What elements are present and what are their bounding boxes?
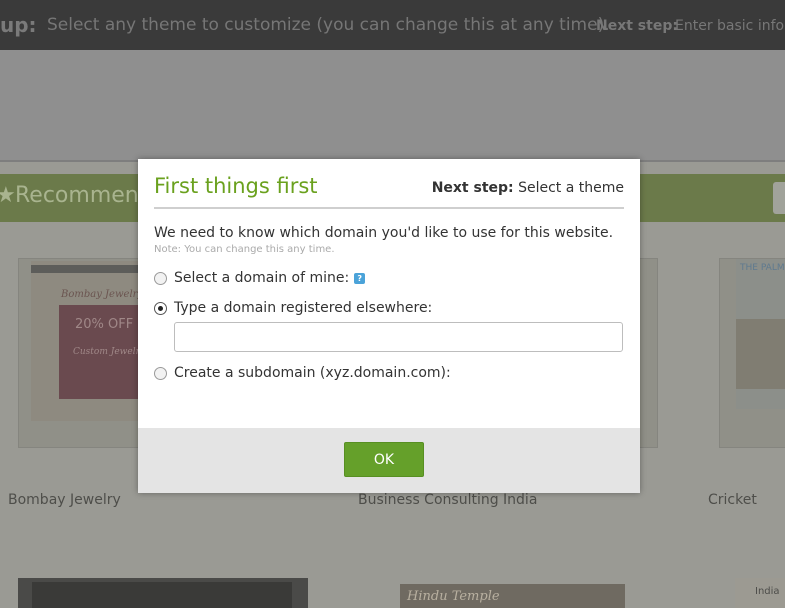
star-icon: ★ [0,183,16,208]
theme-name-business-consulting[interactable]: Business Consulting India [358,492,537,508]
step-description: Select any theme to customize (you can c… [47,15,610,35]
domain-input[interactable] [174,322,623,352]
theme-thumbnail-india[interactable]: India [735,578,785,608]
theme-thumbnail-row2-1[interactable] [18,578,308,608]
theme-banner: 20% OFF Custom Jewelry [59,305,145,399]
next-step-label: Next step: [596,18,678,34]
recommended-title: Recommend [15,183,153,208]
option-label: Type a domain registered elsewhere: [174,300,433,316]
domain-modal: First things first Next step: Select a t… [138,159,640,493]
help-icon[interactable]: ? [354,272,366,284]
option-type-domain[interactable]: Type a domain registered elsewhere: [154,299,432,317]
next-step-description: Enter basic infor [675,18,785,34]
ok-button[interactable]: OK [344,442,424,477]
radio-type-domain[interactable] [154,301,167,315]
domain-question: We need to know which domain you'd like … [154,225,614,241]
option-select-domain[interactable]: Select a domain of mine: ? [154,269,366,287]
modal-next-label: Next step: [431,180,514,196]
banner-title: THE PALM [740,263,785,273]
step-title: up: [0,13,37,37]
divider [154,207,624,209]
option-label: Create a subdomain (xyz.domain.com): [174,365,451,381]
option-create-subdomain[interactable]: Create a subdomain (xyz.domain.com): [154,364,451,382]
wizard-step-bar: up: Select any theme to customize (you c… [0,0,785,50]
radio-select-domain[interactable] [154,271,167,285]
banner-title: Hindu Temple [407,589,500,604]
radio-create-subdomain[interactable] [154,366,167,380]
theme-thumbnail-bombay-jewelry[interactable]: Bombay Jewelry C 20% OFF Custom Jewelry [18,258,156,448]
theme-name-cricket[interactable]: Cricket [708,492,757,508]
modal-next-value: Select a theme [518,180,624,196]
modal-footer: OK [138,428,640,493]
modal-title: First things first [154,174,318,198]
recommended-bar-button[interactable] [773,182,785,214]
modal-next-step: Next step: Select a theme [432,180,624,196]
header-band [0,50,785,162]
theme-thumbnail-cricket[interactable]: THE PALM [719,258,785,448]
domain-note: Note: You can change this any time. [154,244,335,255]
theme-name-bombay-jewelry[interactable]: Bombay Jewelry [8,492,121,508]
option-label: Select a domain of mine: [174,270,350,286]
theme-thumbnail-hindu-temple[interactable]: Hindu Temple [400,584,625,608]
